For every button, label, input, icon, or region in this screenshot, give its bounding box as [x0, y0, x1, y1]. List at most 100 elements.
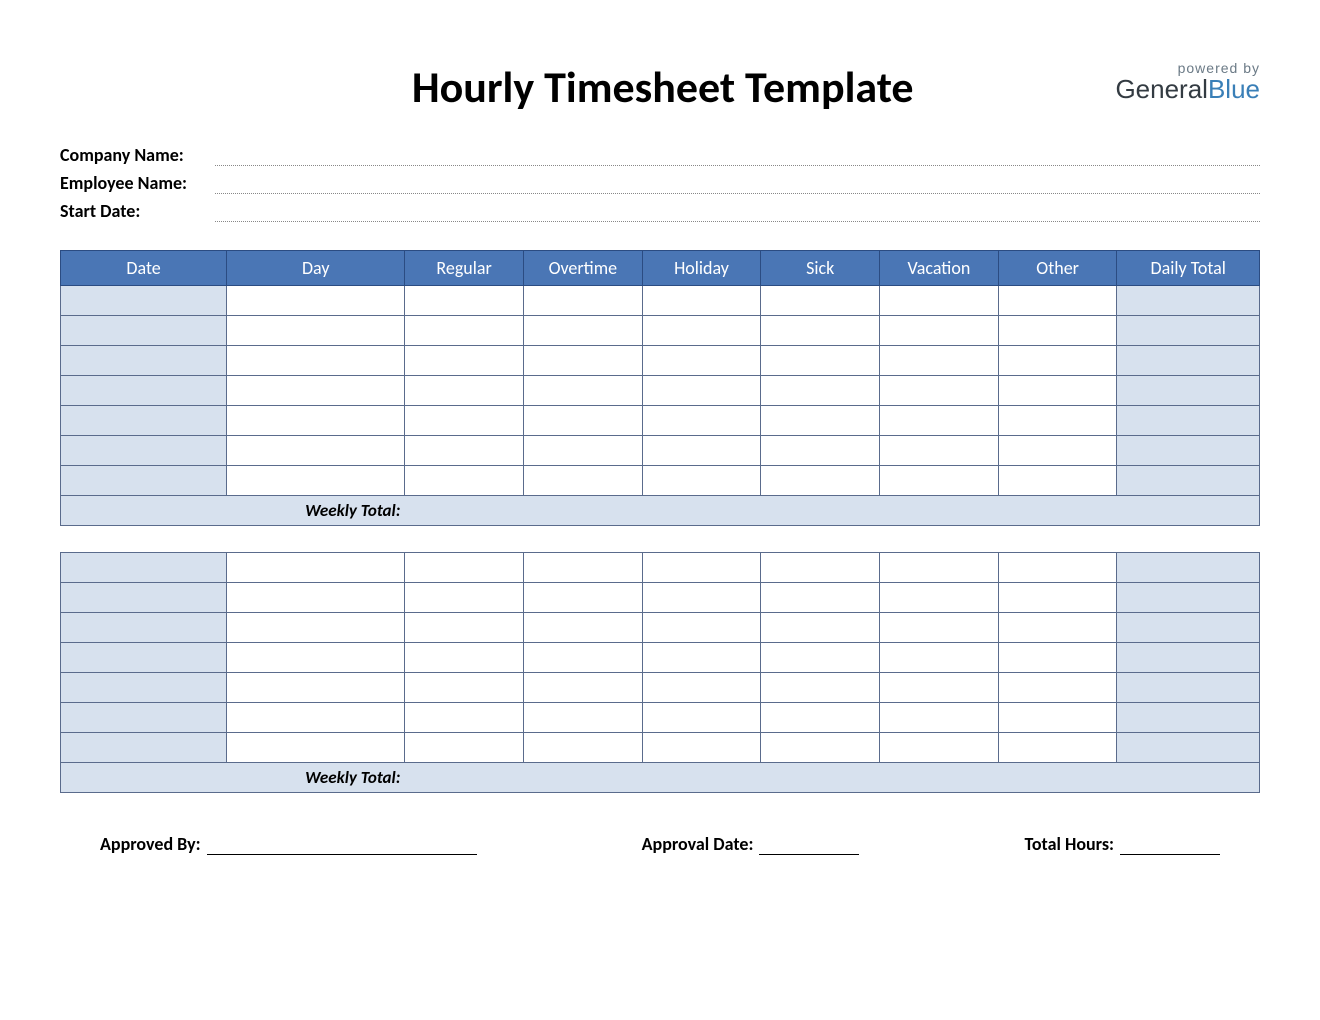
table-cell[interactable]	[227, 376, 405, 406]
table-cell[interactable]	[642, 673, 761, 703]
table-cell[interactable]	[998, 673, 1117, 703]
table-cell[interactable]	[998, 436, 1117, 466]
table-cell[interactable]	[761, 673, 880, 703]
table-cell[interactable]	[1117, 613, 1260, 643]
table-cell[interactable]	[227, 733, 405, 763]
table-cell[interactable]	[405, 673, 524, 703]
table-cell[interactable]	[642, 316, 761, 346]
table-cell[interactable]	[642, 436, 761, 466]
table-cell[interactable]	[880, 346, 999, 376]
table-cell[interactable]	[761, 643, 880, 673]
employee-name-field[interactable]	[215, 172, 1260, 194]
table-cell[interactable]	[880, 643, 999, 673]
table-cell[interactable]	[61, 583, 227, 613]
table-cell[interactable]	[642, 553, 761, 583]
table-cell[interactable]	[227, 553, 405, 583]
table-cell[interactable]	[227, 466, 405, 496]
table-cell[interactable]	[405, 406, 524, 436]
table-cell[interactable]	[761, 703, 880, 733]
table-cell[interactable]	[642, 703, 761, 733]
table-cell[interactable]	[642, 733, 761, 763]
table-cell[interactable]	[761, 316, 880, 346]
table-cell[interactable]	[880, 613, 999, 643]
table-cell[interactable]	[405, 553, 524, 583]
table-cell[interactable]	[227, 316, 405, 346]
table-cell[interactable]	[523, 346, 642, 376]
table-cell[interactable]	[642, 376, 761, 406]
table-cell[interactable]	[761, 376, 880, 406]
table-cell[interactable]	[61, 316, 227, 346]
table-cell[interactable]	[880, 553, 999, 583]
table-cell[interactable]	[761, 436, 880, 466]
table-cell[interactable]	[761, 733, 880, 763]
table-cell[interactable]	[405, 466, 524, 496]
table-cell[interactable]	[61, 673, 227, 703]
table-cell[interactable]	[642, 286, 761, 316]
table-cell[interactable]	[761, 346, 880, 376]
table-cell[interactable]	[998, 346, 1117, 376]
table-cell[interactable]	[523, 583, 642, 613]
table-cell[interactable]	[880, 286, 999, 316]
table-cell[interactable]	[1117, 436, 1260, 466]
table-cell[interactable]	[61, 553, 227, 583]
table-cell[interactable]	[1117, 286, 1260, 316]
table-cell[interactable]	[880, 376, 999, 406]
table-cell[interactable]	[998, 553, 1117, 583]
table-cell[interactable]	[880, 733, 999, 763]
table-cell[interactable]	[523, 553, 642, 583]
table-cell[interactable]	[405, 643, 524, 673]
table-cell[interactable]	[61, 346, 227, 376]
table-cell[interactable]	[523, 376, 642, 406]
table-cell[interactable]	[405, 583, 524, 613]
table-cell[interactable]	[1117, 553, 1260, 583]
table-cell[interactable]	[642, 406, 761, 436]
table-cell[interactable]	[880, 436, 999, 466]
total-hours-field[interactable]	[1120, 833, 1220, 855]
table-cell[interactable]	[761, 583, 880, 613]
table-cell[interactable]	[1117, 643, 1260, 673]
table-cell[interactable]	[61, 286, 227, 316]
table-cell[interactable]	[523, 286, 642, 316]
approval-date-field[interactable]	[759, 833, 859, 855]
table-cell[interactable]	[227, 286, 405, 316]
table-cell[interactable]	[1117, 703, 1260, 733]
table-cell[interactable]	[642, 643, 761, 673]
table-cell[interactable]	[880, 466, 999, 496]
table-cell[interactable]	[405, 733, 524, 763]
table-cell[interactable]	[1117, 376, 1260, 406]
table-cell[interactable]	[227, 643, 405, 673]
table-cell[interactable]	[405, 703, 524, 733]
start-date-field[interactable]	[215, 200, 1260, 222]
table-cell[interactable]	[761, 466, 880, 496]
table-cell[interactable]	[227, 583, 405, 613]
table-cell[interactable]	[998, 376, 1117, 406]
table-cell[interactable]	[1117, 673, 1260, 703]
table-cell[interactable]	[405, 346, 524, 376]
table-cell[interactable]	[523, 406, 642, 436]
table-cell[interactable]	[1117, 316, 1260, 346]
table-cell[interactable]	[61, 436, 227, 466]
table-cell[interactable]	[405, 436, 524, 466]
table-cell[interactable]	[227, 613, 405, 643]
table-cell[interactable]	[998, 613, 1117, 643]
table-cell[interactable]	[880, 316, 999, 346]
table-cell[interactable]	[761, 613, 880, 643]
table-cell[interactable]	[523, 733, 642, 763]
table-cell[interactable]	[880, 673, 999, 703]
table-cell[interactable]	[405, 316, 524, 346]
table-cell[interactable]	[523, 673, 642, 703]
table-cell[interactable]	[405, 613, 524, 643]
table-cell[interactable]	[523, 613, 642, 643]
table-cell[interactable]	[642, 346, 761, 376]
table-cell[interactable]	[523, 643, 642, 673]
table-cell[interactable]	[227, 346, 405, 376]
table-cell[interactable]	[61, 733, 227, 763]
table-cell[interactable]	[523, 316, 642, 346]
approved-by-field[interactable]	[207, 833, 477, 855]
table-cell[interactable]	[1117, 583, 1260, 613]
table-cell[interactable]	[61, 703, 227, 733]
table-cell[interactable]	[642, 583, 761, 613]
table-cell[interactable]	[405, 286, 524, 316]
table-cell[interactable]	[998, 583, 1117, 613]
table-cell[interactable]	[61, 406, 227, 436]
